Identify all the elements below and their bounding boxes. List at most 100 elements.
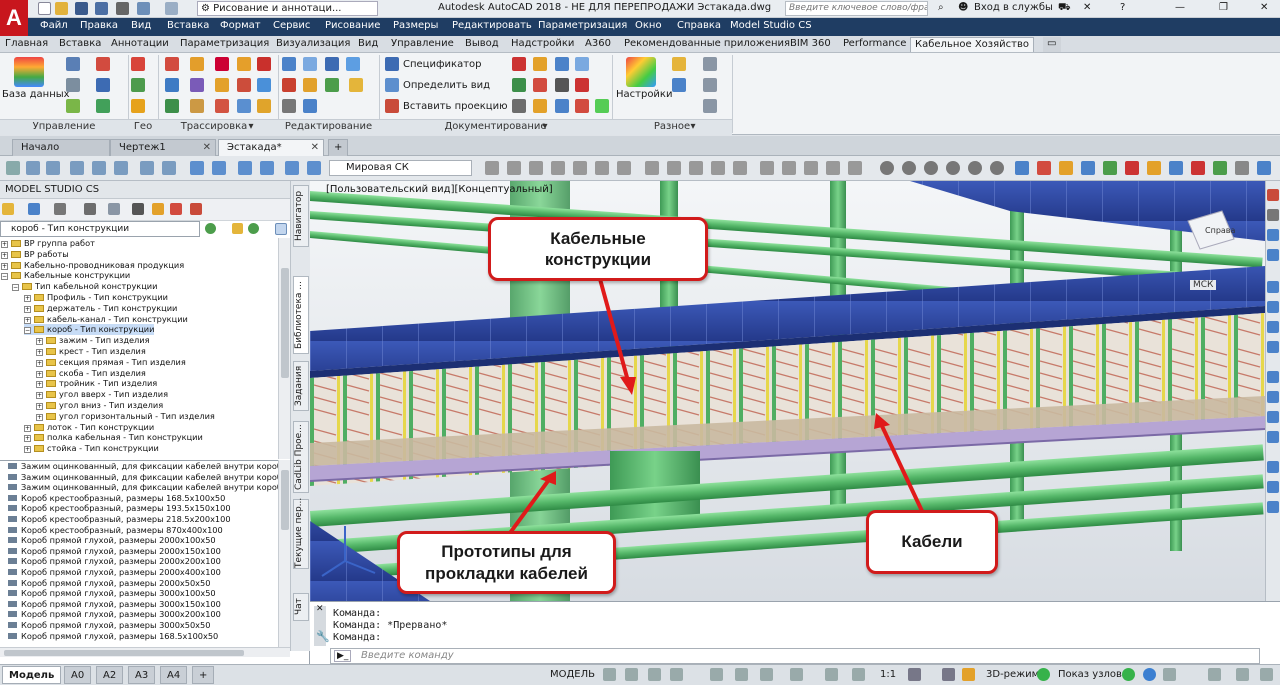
tree-item[interactable]: + крест - Тип изделия <box>36 346 146 357</box>
tab-view[interactable]: Вид <box>354 37 382 52</box>
view-2-icon[interactable] <box>507 161 521 175</box>
tree-item[interactable]: + ВР работы <box>1 249 69 260</box>
draw-pline-icon[interactable] <box>1267 209 1279 221</box>
expand-icon[interactable]: + <box>36 381 43 389</box>
zoom-in-icon[interactable] <box>92 161 106 175</box>
pin-icon[interactable] <box>170 203 182 215</box>
tab-performance[interactable]: Performance <box>839 37 910 52</box>
tree-item[interactable]: + угол вниз - Тип изделия <box>36 400 163 411</box>
specifier-button[interactable]: Спецификатор <box>403 59 482 70</box>
list-item[interactable]: Короб крестообразный, размеры 870х400х10… <box>0 525 223 536</box>
route-11-icon[interactable] <box>165 99 179 113</box>
menu-help[interactable]: Справка <box>677 20 721 31</box>
expand-icon[interactable]: + <box>24 435 31 443</box>
rotate-icon[interactable] <box>1267 321 1279 333</box>
misc-2-icon[interactable] <box>672 78 686 92</box>
view-13-icon[interactable] <box>760 161 774 175</box>
edit-1-icon[interactable] <box>282 57 296 71</box>
expand-icon[interactable]: + <box>36 370 43 378</box>
menu-edit[interactable]: Правка <box>80 20 118 31</box>
folder-icon[interactable] <box>2 203 14 215</box>
layout-tab-a3[interactable]: A3 <box>128 666 156 684</box>
geo-line-icon[interactable] <box>131 78 145 92</box>
view-14-icon[interactable] <box>782 161 796 175</box>
doc-2-icon[interactable] <box>533 57 547 71</box>
expand-icon[interactable]: + <box>24 305 31 313</box>
view-11-icon[interactable] <box>711 161 725 175</box>
route-3-icon[interactable] <box>215 57 229 71</box>
chamfer-icon[interactable] <box>1267 481 1279 493</box>
zoom-window-icon[interactable] <box>6 161 20 175</box>
ucs-2-icon[interactable] <box>212 161 226 175</box>
doc-12-icon[interactable] <box>575 99 589 113</box>
visual-2-icon[interactable] <box>902 161 916 175</box>
close-icon[interactable]: ✕ <box>203 140 211 156</box>
table-icon[interactable] <box>96 57 110 71</box>
expand-icon[interactable]: + <box>36 359 43 367</box>
list-item[interactable]: Короб прямой глухой, размеры 168.5х100х5… <box>0 631 218 642</box>
misc-4-icon[interactable] <box>703 78 717 92</box>
tree-item[interactable]: + лоток - Тип конструкции <box>24 422 154 433</box>
tool-6-icon[interactable] <box>1125 161 1139 175</box>
draw-poly-icon[interactable] <box>1267 229 1279 241</box>
expand-icon[interactable]: + <box>1 251 8 259</box>
tree-item[interactable]: + ВР группа работ <box>1 238 95 249</box>
tree-view-icon[interactable] <box>66 57 80 71</box>
globe-icon[interactable] <box>1143 668 1156 681</box>
define-view-icon[interactable] <box>385 78 399 92</box>
edit-3-icon[interactable] <box>325 57 339 71</box>
menu-parametric[interactable]: Параметризация <box>538 20 627 31</box>
insert-projection-icon[interactable] <box>385 99 399 113</box>
layout-tab-a2[interactable]: A2 <box>96 666 124 684</box>
expand-icon[interactable]: + <box>36 349 43 356</box>
collapse-icon[interactable]: − <box>24 327 31 335</box>
edit-2-icon[interactable] <box>303 57 317 71</box>
expand-icon[interactable]: + <box>36 413 43 421</box>
move-icon[interactable] <box>1267 281 1279 293</box>
command-prompt-icon[interactable]: ▶_ <box>334 650 352 662</box>
tool-9-icon[interactable] <box>1191 161 1205 175</box>
menu-modify[interactable]: Редактировать <box>452 20 532 31</box>
menu-model-studio[interactable]: Model Studio CS <box>730 20 812 31</box>
expand-icon[interactable]: + <box>24 316 31 324</box>
list-item[interactable]: Короб прямой глухой, размеры 3000х100х50 <box>0 588 216 599</box>
tree-item[interactable]: + держатель - Тип конструкции <box>24 303 177 314</box>
view-6-icon[interactable] <box>595 161 609 175</box>
visual-5-icon[interactable] <box>968 161 982 175</box>
pan-icon[interactable] <box>140 161 154 175</box>
chevron-down-icon[interactable]: ▾ <box>244 121 258 134</box>
close-icon[interactable]: ✕ <box>316 604 324 614</box>
layout-tab-a0[interactable]: A0 <box>64 666 92 684</box>
draw-rect-icon[interactable] <box>1267 249 1279 261</box>
list-item[interactable]: Короб крестообразный, размеры 218.5х200х… <box>0 514 231 525</box>
tree-item[interactable]: + полка кабельная - Тип конструкции <box>24 432 203 443</box>
open-folder-icon[interactable] <box>55 2 68 15</box>
filter-input[interactable]: короб - Тип конструкции <box>0 221 200 237</box>
scrollbar-thumb[interactable] <box>4 650 244 656</box>
save-as-icon[interactable] <box>95 2 108 15</box>
list-item[interactable]: Зажим оцинкованный, для фиксации кабелей… <box>0 472 278 483</box>
app-menu-button[interactable]: A <box>0 0 28 36</box>
route-4-icon[interactable] <box>237 57 251 71</box>
edit-9-icon[interactable] <box>303 99 317 113</box>
list-item[interactable]: Зажим оцинкованный, для фиксации кабелей… <box>0 482 278 493</box>
view-15-icon[interactable] <box>804 161 818 175</box>
arrow-icon[interactable] <box>96 99 110 113</box>
view-style-label[interactable]: [Пользовательский вид][Концептуальный] <box>326 184 553 195</box>
tab-visualize[interactable]: Визуализация <box>272 37 354 52</box>
doc-7-icon[interactable] <box>555 78 569 92</box>
expand-icon[interactable]: + <box>36 403 43 410</box>
view-5-icon[interactable] <box>573 161 587 175</box>
expand-icon[interactable]: + <box>1 262 8 270</box>
grid-display-icon[interactable] <box>603 668 616 681</box>
side-tab-chat[interactable]: Чат <box>293 593 309 621</box>
tree-item[interactable]: − Кабельные конструкции <box>1 270 130 281</box>
wrench-icon[interactable]: 🔧 <box>316 630 330 643</box>
database-button[interactable]: База данных <box>2 89 70 100</box>
tool-3-icon[interactable] <box>1059 161 1073 175</box>
draw-line-icon[interactable] <box>1267 189 1279 201</box>
close-icon[interactable]: ✕ <box>1260 2 1268 13</box>
edit-8-icon[interactable] <box>282 99 296 113</box>
polar-icon[interactable] <box>670 668 683 681</box>
list-item[interactable]: Короб прямой глухой, размеры 3000х200х10… <box>0 609 221 620</box>
